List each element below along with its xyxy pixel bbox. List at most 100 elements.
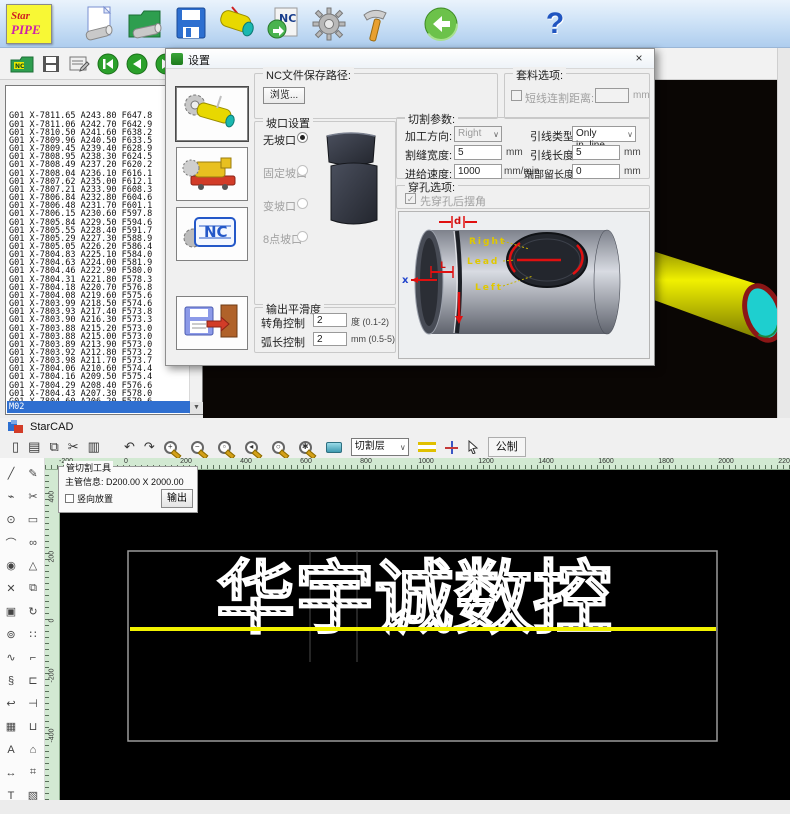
groove-radio-variable[interactable]: [297, 198, 308, 209]
polyline-icon[interactable]: ⌁: [8, 490, 15, 503]
output-button[interactable]: 输出: [161, 489, 193, 508]
bracket-icon[interactable]: ⌗: [30, 766, 36, 779]
zoom-prev-icon[interactable]: ◂: [245, 441, 258, 454]
help-icon[interactable]: ?: [536, 4, 574, 44]
center-circle-icon[interactable]: ⊙: [6, 513, 15, 526]
text-a-icon[interactable]: A: [7, 744, 14, 756]
pipe-diagram-panel: d L x Right Lead Left: [398, 211, 650, 359]
offset-rect-icon[interactable]: ▣: [6, 605, 16, 618]
corner-control-input[interactable]: 2: [313, 313, 347, 327]
arc-icon[interactable]: ⌒: [6, 535, 17, 551]
hook-icon[interactable]: ↩: [6, 697, 15, 710]
kerf-width-input[interactable]: 5: [454, 145, 502, 160]
mirror-icon[interactable]: △: [29, 559, 37, 572]
zoom-out-icon[interactable]: −: [191, 441, 204, 454]
new-doc-icon[interactable]: ▯: [12, 439, 19, 455]
pipe-tool-icon[interactable]: [218, 4, 256, 44]
nav-first-icon[interactable]: [97, 53, 119, 75]
line-icon[interactable]: ╱: [8, 467, 15, 480]
layer-bucket-icon[interactable]: [326, 442, 342, 453]
close-icon[interactable]: ×: [630, 50, 648, 67]
pipe-panel-title: 管切割工具: [64, 461, 113, 474]
nc-export-icon[interactable]: NC: [264, 4, 302, 44]
end-reserve-input[interactable]: 0: [572, 164, 620, 179]
corner-control-label: 转角控制: [261, 315, 305, 331]
pierce-first-checkbox[interactable]: ✓: [405, 193, 416, 204]
select-cursor-icon[interactable]: [467, 440, 479, 454]
redo-icon[interactable]: ↷: [144, 439, 155, 455]
nav-prev-icon[interactable]: [126, 53, 148, 75]
groove-radio-fixed[interactable]: [297, 165, 308, 176]
browse-button[interactable]: 浏览...: [263, 87, 305, 104]
open-rect-icon[interactable]: ⊏: [28, 674, 37, 687]
trim-icon[interactable]: ⊣: [28, 697, 38, 710]
measure-icon[interactable]: [418, 442, 436, 452]
scroll-down-icon[interactable]: ▼: [190, 402, 203, 414]
lead-type-dropdown[interactable]: Only in_line∨: [572, 126, 636, 142]
document-edit-icon[interactable]: [68, 54, 90, 74]
copy-shape-icon[interactable]: ⧉: [29, 582, 37, 595]
open-folder-icon[interactable]: [126, 4, 164, 44]
back-arrow-icon[interactable]: [422, 4, 460, 44]
groove-option-label-3: 8点坡口: [263, 231, 302, 247]
scissors-icon[interactable]: ✂: [28, 490, 37, 503]
nc-doc-icon[interactable]: NC: [176, 207, 248, 261]
layer-dropdown[interactable]: 切割层∨: [351, 438, 409, 456]
undo-icon[interactable]: ↶: [124, 439, 135, 455]
cut-icon[interactable]: ✂: [68, 439, 79, 455]
fillet-icon[interactable]: ⌐: [30, 652, 36, 664]
zoom-all-icon[interactable]: ○: [272, 441, 285, 454]
save-exit-icon[interactable]: [176, 296, 248, 350]
chain-icon[interactable]: §: [8, 675, 14, 687]
paste-icon[interactable]: ▥: [88, 439, 100, 455]
short-line-checkbox[interactable]: [511, 90, 522, 101]
right-scroll-strip[interactable]: [777, 48, 790, 418]
origin-crosshair-icon[interactable]: [445, 441, 458, 454]
metric-button[interactable]: 公制: [488, 437, 526, 457]
new-file-icon[interactable]: [80, 4, 118, 44]
nc-folder-icon[interactable]: NC: [10, 54, 34, 74]
camera-icon[interactable]: ▦: [6, 720, 16, 733]
u-shape-icon[interactable]: ⊔: [29, 720, 38, 733]
zoom-window-icon[interactable]: ▫: [218, 441, 231, 454]
pipe-cutter-icon[interactable]: [176, 87, 248, 141]
open-folder-icon[interactable]: ▤: [28, 439, 40, 455]
vertical-place-checkbox[interactable]: [65, 494, 74, 503]
tent-icon[interactable]: ⌂: [30, 744, 37, 756]
tangent-circles-icon[interactable]: ∞: [29, 537, 37, 549]
dimension-icon[interactable]: ↔: [6, 767, 17, 779]
donut-icon[interactable]: ⊚: [6, 628, 15, 641]
gcode-lines[interactable]: G01 X-7811.65 A243.80 F647.8G01 X-7811.0…: [9, 88, 187, 404]
copy-icon[interactable]: ⧉: [49, 439, 58, 455]
settings-gear-icon[interactable]: [310, 4, 348, 44]
groove-radio-8point[interactable]: [297, 231, 308, 242]
machine-icon[interactable]: [176, 147, 248, 201]
zoom-select-icon[interactable]: ✱: [299, 441, 312, 454]
drawing-canvas[interactable]: 华宇诚数控: [60, 470, 790, 800]
starcad-titlebar[interactable]: StarCAD: [0, 418, 790, 435]
arc-control-input[interactable]: 2: [313, 332, 347, 346]
diagram-x-label: x: [402, 275, 409, 286]
cut-field-label-3: 引线类型:: [530, 128, 577, 144]
hammer-tool-icon[interactable]: [356, 4, 394, 44]
save-icon[interactable]: [172, 4, 210, 44]
ellipse-icon[interactable]: ◉: [6, 559, 16, 572]
rectangle-icon[interactable]: ▭: [28, 513, 38, 526]
gcode-selected-row[interactable]: M02: [7, 401, 190, 413]
rotate-icon[interactable]: ↻: [28, 605, 37, 618]
direction-dropdown[interactable]: Right∨: [454, 126, 502, 142]
dialog-titlebar[interactable]: 设置 ×: [166, 49, 654, 69]
dialog-title: 设置: [188, 52, 210, 68]
diagram-d-label: d: [454, 216, 461, 227]
distance-input[interactable]: [595, 88, 629, 103]
save-small-icon[interactable]: [41, 54, 61, 74]
spline-icon[interactable]: ∿: [6, 651, 15, 664]
pencil-icon[interactable]: ✎: [28, 467, 37, 480]
feed-rate-input[interactable]: 1000: [454, 164, 502, 179]
groove-radio-none[interactable]: [297, 132, 308, 143]
zoom-in-icon[interactable]: +: [164, 441, 177, 454]
lead-length-input[interactable]: 5: [572, 145, 620, 160]
array-icon[interactable]: ∷: [30, 628, 37, 641]
delete-icon[interactable]: ✕: [6, 582, 15, 595]
lead-length-unit: mm: [624, 147, 641, 158]
